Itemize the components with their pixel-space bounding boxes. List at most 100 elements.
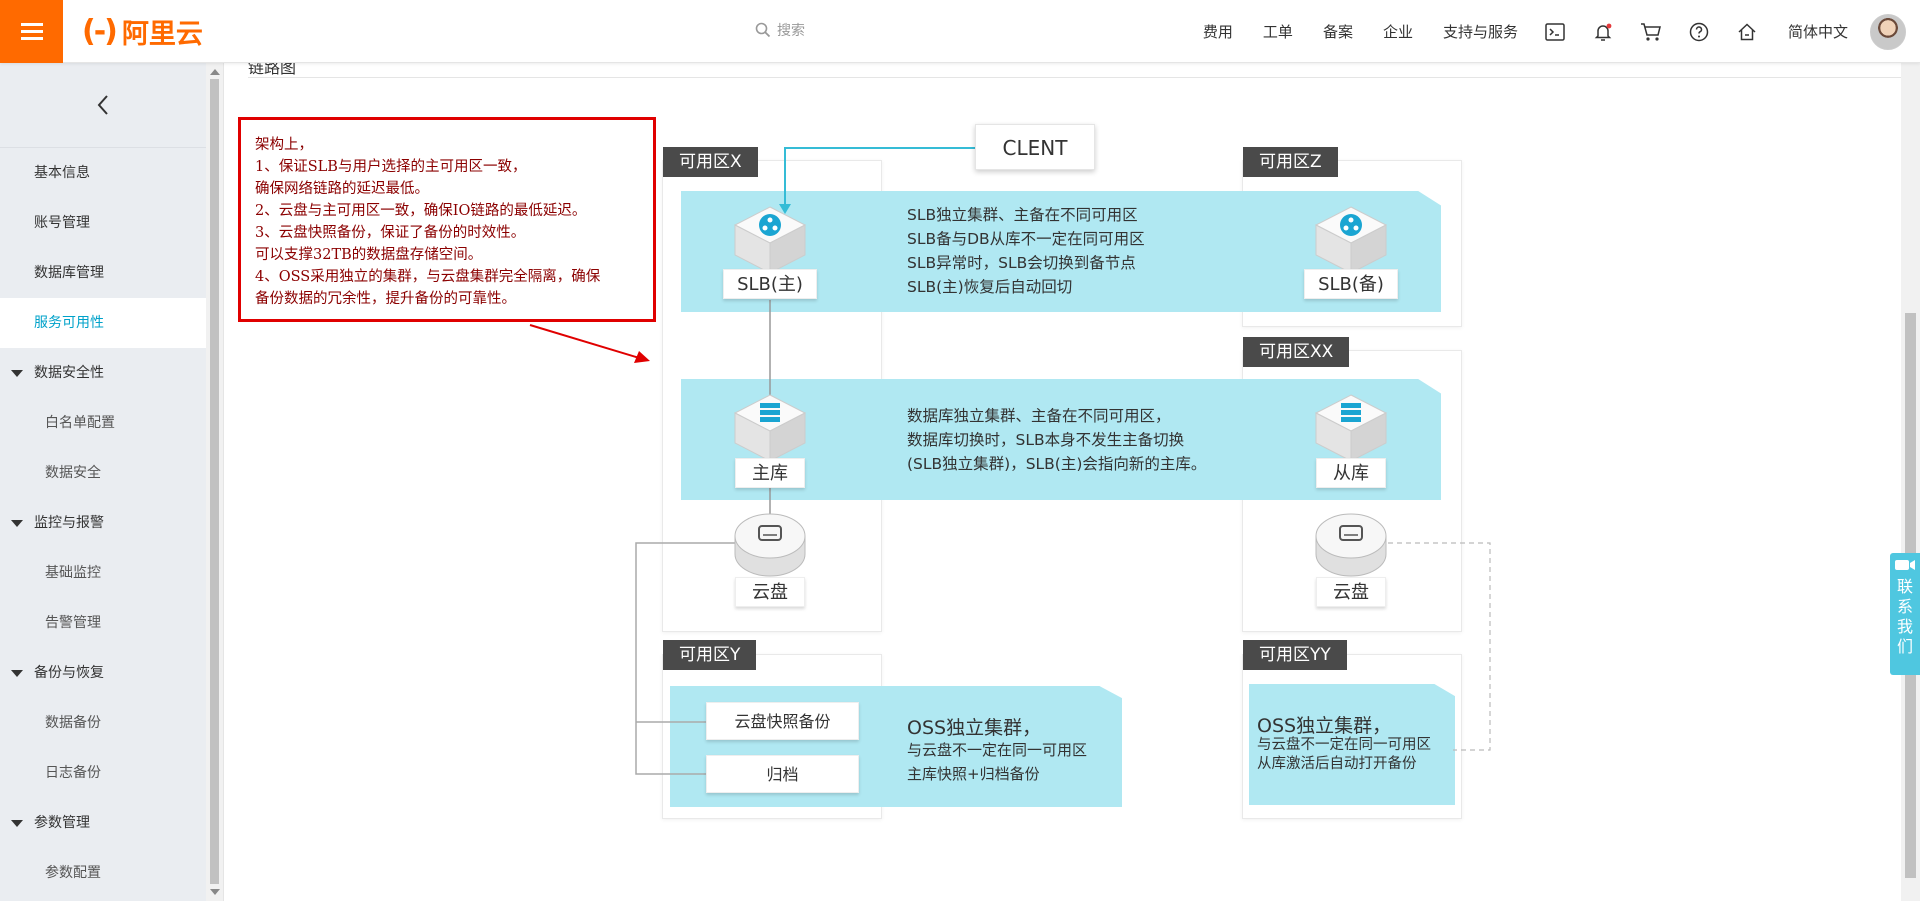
- bell-icon[interactable]: [1592, 21, 1614, 43]
- zone-xx-tag: 可用区XX: [1243, 337, 1350, 367]
- terminal-icon[interactable]: [1544, 21, 1566, 43]
- disk-replica-label: 云盘: [1316, 577, 1386, 607]
- search-box[interactable]: 搜索: [755, 20, 805, 40]
- logo-text: 阿里云: [121, 18, 203, 50]
- nav-icp[interactable]: 备案: [1323, 21, 1353, 42]
- nav-enterprise[interactable]: 企业: [1383, 21, 1413, 42]
- sidebar-menu: 基本信息账号管理数据库管理服务可用性数据安全性白名单配置 数据安全监控与报警基础监…: [0, 148, 206, 898]
- caret-down-icon: [11, 670, 23, 677]
- section-title: 链路图: [248, 63, 297, 77]
- sidebar-item-3[interactable]: 服务可用性: [0, 298, 206, 348]
- top-nav: 费用 工单 备案 企业 支持与服务 简体中文: [1173, 0, 1848, 63]
- contact-us-tab[interactable]: 联系我们: [1890, 553, 1920, 675]
- disk-replica-icon: [1315, 513, 1387, 577]
- snapshot-backup-box: 云盘快照备份: [706, 702, 859, 740]
- architecture-note: 架构上， 1、保证SLB与用户选择的主可用区一致， 确保网络链路的延迟最低。 2、云盘…: [238, 117, 656, 322]
- sidebar-item-2[interactable]: 数据库管理: [0, 248, 206, 298]
- sidebar: 基本信息账号管理数据库管理服务可用性数据安全性白名单配置 数据安全监控与报警基础监…: [0, 63, 206, 901]
- disk-main-icon: [734, 513, 806, 577]
- slb-desc-line: SLB备与DB从库不一定在同可用区: [907, 230, 1145, 248]
- db-main-icon: [733, 394, 807, 462]
- zone-x-tag: 可用区X: [663, 147, 758, 177]
- sidebar-item-10[interactable]: 备份与恢复: [0, 648, 206, 698]
- client-node: CLENT: [975, 124, 1095, 170]
- caret-down-icon: [11, 820, 23, 827]
- note-line: 4、OSS采用独立的集群，与云盘集群完全隔离，确保: [255, 269, 601, 285]
- zone-z-tag: 可用区Z: [1243, 147, 1338, 177]
- sidebar-item-label: 备份与恢复: [34, 665, 104, 681]
- sidebar-item-11[interactable]: 数据备份: [0, 698, 206, 748]
- nav-billing[interactable]: 费用: [1203, 21, 1233, 42]
- sidebar-item-1[interactable]: 账号管理: [0, 198, 206, 248]
- slb-main-icon: [733, 206, 807, 274]
- sidebar-item-12[interactable]: 日志备份: [0, 748, 206, 798]
- chat-icon: [1895, 560, 1915, 570]
- page-scrollbar[interactable]: [1901, 63, 1920, 901]
- note-line: 确保网络链路的延迟最低。: [255, 181, 429, 197]
- sidebar-item-label: 日志备份: [45, 765, 101, 781]
- slb-desc-line: SLB独立集群、主备在不同可用区: [907, 206, 1138, 224]
- slb-main-label: SLB(主): [723, 269, 817, 299]
- db-desc-line: 数据库切换时，SLB本身不发生主备切换: [907, 431, 1185, 449]
- oss-yy-title: OSS独立集群，: [1257, 715, 1392, 737]
- note-line: 1、保证SLB与用户选择的主可用区一致，: [255, 159, 527, 175]
- nav-tickets[interactable]: 工单: [1263, 21, 1293, 42]
- db-description: 数据库独立集群、主备在不同可用区， 数据库切换时，SLB本身不发生主备切换 (S…: [907, 404, 1206, 476]
- hamburger-icon: [20, 21, 43, 42]
- sidebar-item-label: 监控与报警: [34, 515, 104, 531]
- top-bar: (-) 阿里云 搜索 费用 工单 备案 企业 支持与服务 简体中文: [0, 0, 1920, 63]
- sidebar-item-label: 参数管理: [34, 815, 90, 831]
- sidebar-item-label: 账号管理: [34, 215, 90, 231]
- oss-y-desc: 与云盘不一定在同一可用区 主库快照+归档备份: [907, 738, 1087, 786]
- sidebar-collapse-button[interactable]: [0, 63, 206, 148]
- search-icon: [755, 22, 771, 38]
- sidebar-item-0[interactable]: 基本信息: [0, 148, 206, 198]
- sidebar-scroll-thumb[interactable]: [210, 79, 219, 884]
- slb-backup-icon: [1314, 206, 1388, 274]
- caret-down-icon: [11, 520, 23, 527]
- note-line: 备份数据的冗余性，提升备份的可靠性。: [255, 291, 516, 307]
- sidebar-scrollbar[interactable]: [206, 63, 223, 901]
- scroll-down-arrow-icon[interactable]: [210, 889, 220, 895]
- sidebar-item-4[interactable]: 数据安全性: [0, 348, 206, 398]
- sidebar-item-label: 数据安全性: [34, 365, 104, 381]
- contact-us-label: 联系我们: [1896, 577, 1913, 656]
- sidebar-item-7[interactable]: 监控与报警: [0, 498, 206, 548]
- sidebar-item-8[interactable]: 基础监控: [0, 548, 206, 598]
- help-icon[interactable]: [1688, 21, 1710, 43]
- aliyun-logo-icon: (-): [82, 13, 118, 49]
- user-avatar[interactable]: [1870, 14, 1906, 50]
- sidebar-item-6[interactable]: 数据安全: [0, 448, 206, 498]
- sidebar-item-label: 参数配置: [45, 865, 101, 881]
- db-replica-label: 从库: [1316, 458, 1386, 488]
- db-main-label: 主库: [735, 458, 805, 488]
- oss-y-desc-line: 与云盘不一定在同一可用区: [907, 741, 1088, 759]
- oss-y-title: OSS独立集群，: [907, 717, 1042, 739]
- language-switch[interactable]: 简体中文: [1788, 21, 1848, 42]
- nav-support[interactable]: 支持与服务: [1443, 21, 1518, 42]
- sidebar-item-label: 基本信息: [34, 165, 90, 181]
- disk-main-label: 云盘: [735, 577, 805, 607]
- logo[interactable]: (-) 阿里云: [82, 13, 203, 50]
- db-desc-line: 数据库独立集群、主备在不同可用区，: [907, 407, 1171, 425]
- slb-desc-line: SLB异常时，SLB会切换到备节点: [907, 254, 1136, 272]
- menu-button[interactable]: [0, 0, 63, 63]
- cart-icon[interactable]: [1640, 21, 1662, 43]
- home-icon[interactable]: [1736, 21, 1758, 43]
- db-desc-line: (SLB独立集群)，SLB(主)会指向新的主库。: [907, 455, 1207, 473]
- sidebar-item-5[interactable]: 白名单配置: [0, 398, 206, 448]
- sidebar-item-label: 告警管理: [45, 615, 101, 631]
- scroll-up-arrow-icon[interactable]: [210, 69, 220, 75]
- note-line: 3、云盘快照备份，保证了备份的时效性。: [255, 225, 526, 241]
- slb-description: SLB独立集群、主备在不同可用区 SLB备与DB从库不一定在同可用区 SLB异常…: [907, 203, 1145, 299]
- sidebar-item-13[interactable]: 参数管理: [0, 798, 206, 848]
- chevron-left-icon: [97, 95, 108, 115]
- sidebar-item-label: 数据备份: [45, 715, 101, 731]
- note-line: 可以支撑32TB的数据盘存储空间。: [255, 247, 483, 263]
- sidebar-item-label: 数据库管理: [34, 265, 104, 281]
- oss-yy-desc-line: 从库激活后自动打开备份: [1257, 756, 1417, 772]
- caret-down-icon: [11, 370, 23, 377]
- slb-backup-label: SLB(备): [1304, 269, 1398, 299]
- sidebar-item-14[interactable]: 参数配置: [0, 848, 206, 898]
- sidebar-item-9[interactable]: 告警管理: [0, 598, 206, 648]
